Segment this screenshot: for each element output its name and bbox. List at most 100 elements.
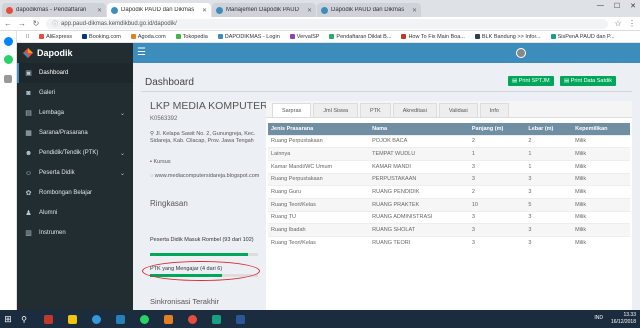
close-tab-icon[interactable]: ✕ — [412, 7, 417, 14]
table-cell: 2 — [468, 134, 526, 148]
browser-tab[interactable]: Dapodik PAUD dan Dikmas ✕ — [107, 3, 211, 17]
table-cell: Lainnya — [268, 147, 370, 161]
sarpras-panel: Sarpras Jml Siswa PTK Akreditasi Validasi Inf… — [266, 101, 632, 310]
edge-icon[interactable] — [88, 311, 104, 327]
close-tab-icon[interactable]: ✕ — [307, 7, 312, 14]
table-cell: Ruang Guru — [268, 185, 370, 199]
close-tab-icon[interactable]: ✕ — [97, 7, 102, 14]
bookmark-favicon-icon — [474, 34, 480, 39]
sidebar-item-dashboard[interactable]: ▣ Dashboard — [17, 63, 133, 83]
file-explorer-icon[interactable] — [64, 311, 80, 327]
taskview-icon[interactable] — [40, 311, 56, 327]
info-icon[interactable]: ⓘ — [52, 19, 58, 28]
photos-icon[interactable] — [208, 311, 224, 327]
table-cell: Milik — [572, 159, 630, 174]
sidebar-item-galeri[interactable]: ◙ Galeri — [17, 83, 133, 103]
table-cell: Milik — [572, 197, 630, 212]
bookmark-label: VervalSP — [296, 33, 320, 40]
tab-jml-siswa[interactable]: Jml Siswa — [313, 103, 359, 117]
whatsapp-icon[interactable] — [4, 55, 13, 64]
tab-akreditasi[interactable]: Akreditasi — [392, 103, 437, 117]
table-cell: Milik — [572, 147, 630, 161]
store-icon[interactable] — [112, 311, 128, 327]
sidebar-item-instrumen[interactable]: ▥ Instrumen — [17, 223, 133, 243]
sidebar-item-peserta-didik[interactable]: ☺ Peserta Didik ⌄ — [17, 163, 133, 183]
url-text: app.paud-dikmas.kemdikbud.go.id/dapodik/ — [61, 20, 177, 27]
reload-icon[interactable]: ↻ — [32, 19, 40, 28]
media-icon[interactable] — [160, 311, 176, 327]
table-cell: Milik — [572, 134, 630, 148]
bookmark-item[interactable]: Agoda.com — [130, 34, 166, 40]
column-header: Lebar (m) — [525, 123, 573, 135]
divider — [141, 91, 632, 92]
hamburger-icon[interactable]: ☰ — [137, 48, 146, 58]
browser-tab[interactable]: dapodikmas - Pendaftaran ✕ — [2, 3, 106, 17]
sidebar-item-lembaga[interactable]: ▤ Lembaga ⌄ — [17, 103, 133, 123]
print-data-satdik-button[interactable]: ▤ Print Data Satdik — [560, 76, 617, 86]
url-input[interactable]: ⓘ app.paud-dikmas.kemdikbud.go.id/dapodi… — [46, 18, 608, 29]
tab-sarpras[interactable]: Sarpras — [272, 103, 312, 117]
apps-icon[interactable]: ⁞⁞ — [26, 34, 29, 40]
windows-start-icon[interactable]: ⊞ — [0, 314, 16, 325]
table-cell: RUANG ADMINISTRASI — [369, 210, 469, 224]
browser-tab[interactable]: Dapodik PAUD dan Dikmas ✕ — [317, 3, 421, 17]
avatar[interactable] — [516, 48, 526, 58]
table-cell: TEMPAT WUDLU — [369, 147, 469, 161]
favicon-icon — [216, 6, 223, 14]
browser-menu-icon[interactable]: ⋮ — [628, 19, 636, 28]
minimize-icon[interactable]: — — [597, 2, 604, 10]
folder-icon: ▦ — [25, 130, 32, 137]
bookmark-item[interactable]: Tokopedia — [175, 34, 208, 40]
settings-icon[interactable] — [4, 75, 12, 83]
print-sptjm-button[interactable]: ▤ Print SPTJM — [508, 76, 554, 86]
back-icon[interactable]: ← — [4, 19, 12, 28]
maximize-icon[interactable]: ☐ — [614, 2, 620, 10]
bookmark-item[interactable]: Pendaftaran Diklat B... — [329, 34, 391, 40]
table-cell: 3 — [525, 236, 573, 250]
chrome-icon[interactable] — [184, 311, 200, 327]
sidebar-item-label: Alumni — [39, 210, 58, 216]
bookmark-favicon-icon — [39, 34, 45, 39]
ringkasan-title: Ringkasan — [150, 199, 188, 208]
clock[interactable]: 13.33 16/12/2018 — [611, 312, 636, 325]
sidebar-item-label: Lembaga — [39, 110, 65, 116]
language-indicator[interactable]: IND — [594, 315, 603, 322]
bookmark-item[interactable]: VervalSP — [289, 33, 320, 40]
chevron-down-icon: ⌄ — [119, 170, 125, 177]
bookmark-favicon-icon — [401, 34, 407, 39]
bookmark-item[interactable]: BLK Bandung >> Infor... — [474, 34, 541, 40]
bookmark-favicon-icon — [82, 34, 88, 39]
word-icon[interactable] — [232, 311, 248, 327]
table-cell: Kamar Mandi/WC Umum — [268, 159, 370, 174]
sidebar-item-alumni[interactable]: ♟ Alumni — [17, 203, 133, 223]
bookmark-label: AliExpress — [46, 33, 73, 40]
bookmark-item[interactable]: How To Fix Main Boa... — [401, 34, 465, 40]
bookmark-item[interactable]: Booking.com — [82, 34, 121, 40]
messenger-icon[interactable] — [4, 37, 13, 46]
sidebar-item-label: Dashboard — [39, 70, 69, 76]
bookmark-item[interactable]: AliExpress — [39, 34, 72, 40]
forward-icon[interactable]: → — [18, 19, 26, 28]
close-tab-icon[interactable]: ✕ — [202, 7, 207, 14]
tab-ptk[interactable]: PTK — [360, 103, 391, 117]
search-icon[interactable]: ⚲ — [16, 311, 32, 327]
lembaga-type: ▪ Kursus — [150, 159, 171, 165]
sidebar-item-pendidik-tendik-ptk[interactable]: ☻ Pendidik/Tendik (PTK) ⌄ — [17, 143, 133, 163]
whatsapp-icon[interactable] — [136, 311, 152, 327]
print-icon: ▤ — [564, 78, 571, 84]
favicon-icon — [6, 6, 13, 14]
close-window-icon[interactable]: ✕ — [630, 2, 636, 10]
sidebar-item-rombongan-belajar[interactable]: ✿ Rombongan Belajar — [17, 183, 133, 203]
bookmark-item[interactable]: DAPODIKMAS - Login — [217, 34, 280, 40]
taskbar: ⊞ ⚲ IND 13.33 16/12/2018 — [0, 310, 640, 328]
table-cell: Ruang Teori/Kelas — [268, 197, 370, 212]
tab-info[interactable]: Info — [479, 103, 509, 117]
bookmark-favicon-icon — [289, 34, 295, 39]
sidebar-item-sarana-prasarana[interactable]: ▦ Sarana/Prasarana — [17, 123, 133, 143]
bookmark-star-icon[interactable]: ☆ — [614, 19, 622, 28]
lembaga-name: LKP MEDIA KOMPUTER — [150, 100, 268, 112]
browser-tab[interactable]: Manajemen Dapodik PAUD ✕ — [212, 3, 316, 17]
tab-validasi[interactable]: Validasi — [438, 103, 478, 117]
brand[interactable]: Dapodik — [17, 43, 133, 63]
bookmark-item[interactable]: SisPenA PAUD dan P... — [550, 34, 615, 40]
